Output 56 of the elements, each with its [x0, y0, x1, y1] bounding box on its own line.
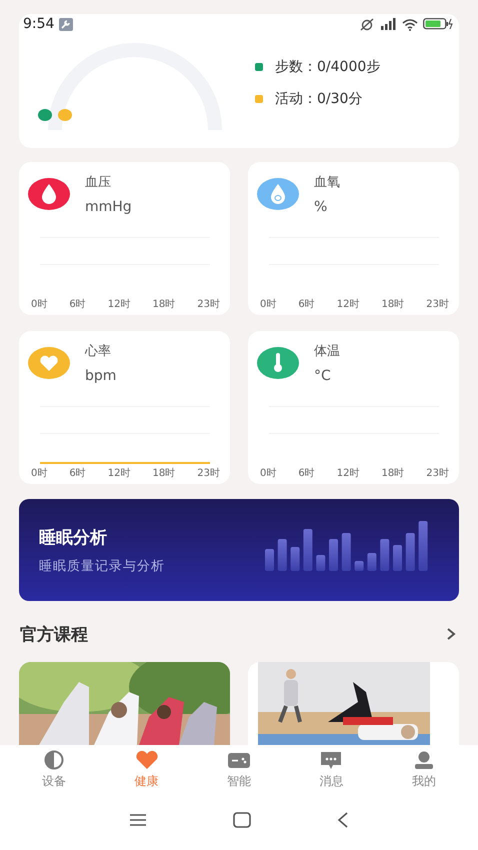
metric-unit: % — [314, 199, 328, 215]
axis-label: 0时 — [31, 466, 48, 480]
axis-label: 18时 — [152, 298, 176, 311]
metric-card[interactable]: 心率 bpm 0时 6时 12时 18时 23时 — [19, 331, 230, 484]
nav-tab[interactable]: 消息 — [306, 750, 356, 790]
status-time: 9:54 — [23, 16, 54, 32]
axis-label: 6时 — [298, 298, 315, 311]
signal-icon — [380, 18, 397, 30]
metric-title: 血氧 — [314, 174, 340, 191]
axis-label: 23时 — [426, 298, 449, 311]
axis-label: 0时 — [260, 466, 276, 480]
gamepad-icon — [226, 750, 252, 770]
section-title: 官方课程 — [20, 624, 88, 646]
axis-label: 12时 — [108, 466, 130, 480]
axis-label: 18时 — [152, 466, 176, 480]
axis-label: 23时 — [197, 298, 220, 311]
metric-title: 心率 — [85, 343, 112, 360]
home-icon[interactable] — [233, 812, 251, 828]
axis-label: 23时 — [197, 466, 220, 480]
sleep-banner[interactable]: 睡眠分析 睡眠质量记录与分析 — [19, 499, 459, 601]
axis-label: 12时 — [336, 298, 360, 311]
nav-tab[interactable]: 智能 — [214, 750, 264, 790]
alarm-off-icon — [360, 18, 375, 30]
nav-tab[interactable]: 我的 — [398, 750, 449, 790]
legend-label: 活动：0/30分 — [275, 90, 362, 108]
metric-title: 体温 — [314, 343, 340, 360]
menu-icon[interactable] — [129, 812, 147, 826]
back-icon[interactable] — [337, 812, 349, 828]
axis-label: 12时 — [108, 298, 130, 311]
metric-card[interactable]: 血氧 % 0时 6时 12时 18时 23时 — [248, 162, 459, 315]
gauge-dot — [38, 109, 52, 121]
axis-label: 18时 — [381, 298, 404, 311]
nav-tab[interactable]: 设备 — [29, 750, 80, 790]
wrench-icon — [59, 18, 74, 30]
legend-label: 步数：0/4000步 — [275, 58, 380, 76]
gauge-dot — [58, 109, 72, 121]
axis-label: 6时 — [298, 466, 315, 480]
axis-label: 12时 — [336, 466, 360, 480]
metric-card[interactable]: 血压 mmHg 0时 6时 12时 18时 23时 — [19, 162, 230, 315]
axis-label: 18时 — [381, 466, 404, 480]
banner-title: 睡眠分析 — [39, 526, 108, 548]
wifi-icon — [402, 18, 418, 30]
metric-unit: °C — [314, 368, 332, 384]
metric-title: 血压 — [85, 174, 112, 191]
axis-label: 6时 — [69, 466, 86, 480]
metric-unit: mmHg — [85, 199, 132, 215]
metric-unit: bpm — [85, 368, 116, 384]
battery-icon — [423, 18, 453, 30]
metric-card[interactable]: 体温 °C 0时 6时 12时 18时 23时 — [248, 331, 459, 484]
axis-label: 6时 — [69, 298, 86, 311]
axis-label: 23时 — [426, 466, 449, 480]
chevron-right-icon[interactable] — [446, 627, 456, 641]
axis-label: 0时 — [260, 298, 276, 311]
banner-subtitle: 睡眠质量记录与分析 — [39, 558, 165, 574]
axis-label: 0时 — [31, 298, 48, 311]
heart-icon — [134, 750, 160, 770]
